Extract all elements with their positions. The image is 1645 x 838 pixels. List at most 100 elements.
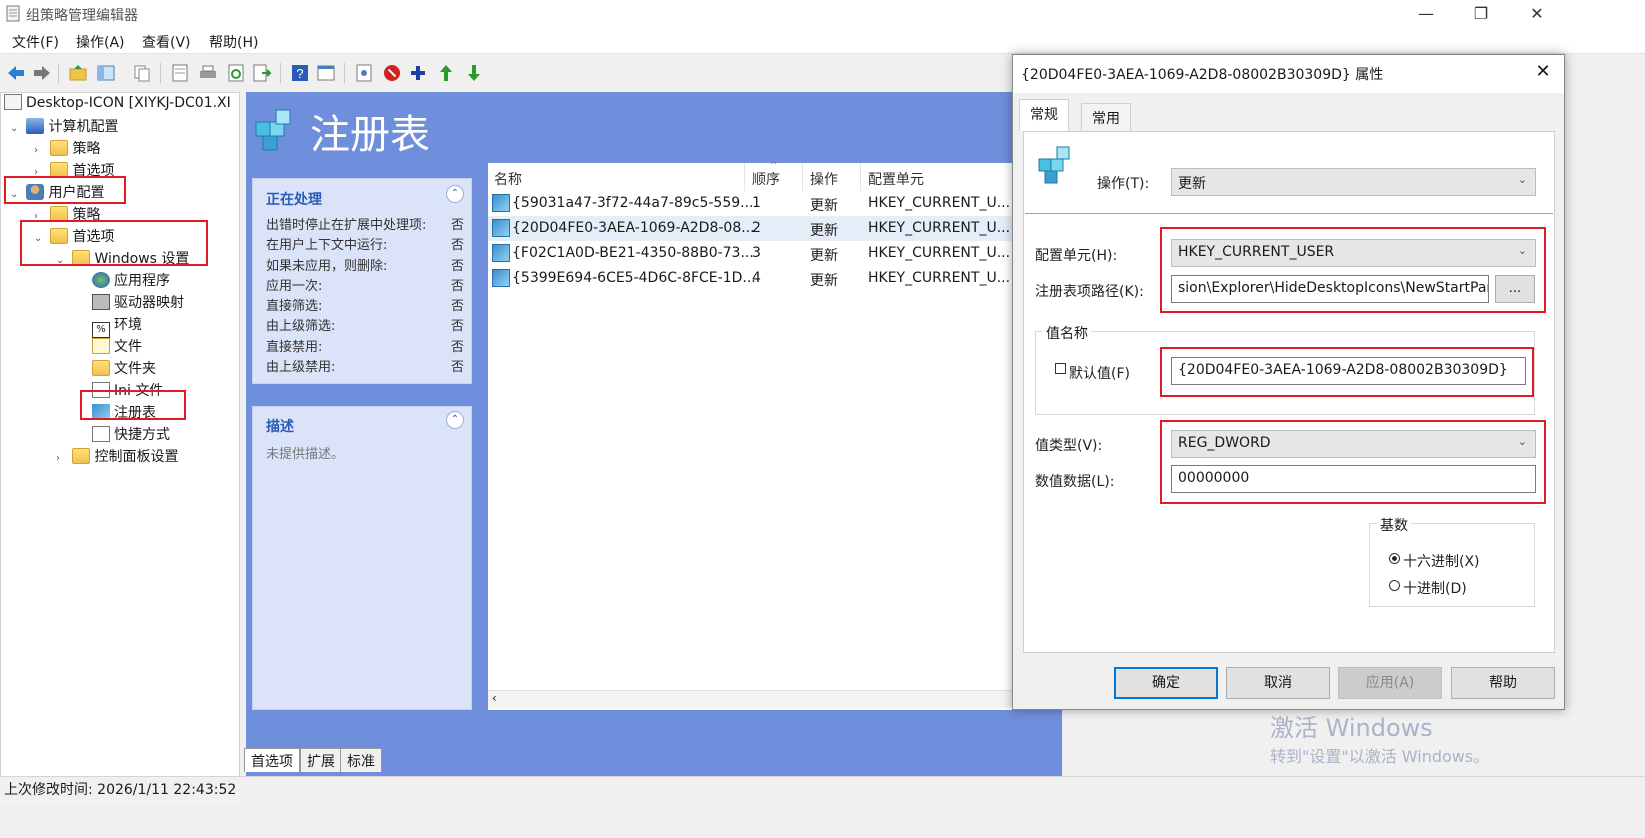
ok-button[interactable]: 确定	[1114, 667, 1218, 699]
action-label: 操作(T):	[1097, 176, 1150, 192]
tree-computer-config[interactable]: ⌄ 计算机配置	[4, 116, 236, 138]
view-icon[interactable]	[316, 63, 336, 83]
computer-icon	[26, 118, 45, 134]
highlight-box	[20, 220, 208, 266]
list-scrollbar[interactable]: ‹	[488, 690, 1012, 708]
close-window-button[interactable]: ✕	[1514, 0, 1560, 28]
tree-cc-policies[interactable]: › 策略	[4, 138, 236, 160]
tree-drive-maps[interactable]: 驱动器映射	[4, 292, 236, 314]
apply-button[interactable]: 应用(A)	[1338, 667, 1442, 699]
collapse-icon[interactable]: ⌃	[446, 411, 464, 429]
description-pane: 描述 ⌃ 未提供描述。	[252, 406, 472, 710]
refresh-icon[interactable]	[226, 63, 246, 83]
registry-item-icon	[492, 269, 510, 287]
tab-general[interactable]: 常规	[1019, 99, 1069, 131]
dialog-close-button[interactable]: ✕	[1531, 61, 1555, 85]
help-icon[interactable]: ?	[290, 63, 310, 83]
processing-label: 在用户上下文中运行:	[266, 238, 388, 254]
column-divider[interactable]	[744, 163, 745, 191]
chevron-down-icon[interactable]: ⌄	[10, 123, 22, 134]
move-down-icon[interactable]	[464, 63, 484, 83]
tree-label: 控制面板设置	[94, 449, 179, 465]
default-value-checkbox[interactable]	[1055, 363, 1066, 374]
tab-extended[interactable]: 扩展	[300, 748, 342, 772]
show-hide-tree-icon[interactable]	[96, 63, 116, 83]
list-row-selected[interactable]: {20D04FE0-3AEA-1069-A2D8-08... 2 更新 HKEY…	[488, 216, 1012, 241]
tree-control-panel[interactable]: › 控制面板设置	[4, 446, 236, 468]
scroll-left-icon[interactable]: ‹	[492, 691, 497, 705]
processing-value: 否	[450, 319, 464, 335]
dec-label[interactable]: 十进制(D)	[1403, 578, 1467, 598]
tree-shortcuts[interactable]: 快捷方式	[4, 424, 236, 446]
up-folder-icon[interactable]	[68, 63, 88, 83]
column-action[interactable]: 操作	[810, 169, 838, 189]
list-row[interactable]: {59031a47-3f72-44a7-89c5-559... 1 更新 HKE…	[488, 191, 1012, 216]
minimize-button[interactable]: —	[1403, 0, 1449, 28]
restore-button[interactable]: ❐	[1458, 0, 1504, 28]
folder-icon	[50, 140, 69, 156]
value-data-label: 数值数据(L):	[1035, 474, 1115, 490]
toolbar-separator	[280, 63, 281, 83]
properties-icon[interactable]	[170, 63, 190, 83]
tab-common[interactable]: 常用	[1081, 103, 1131, 131]
menu-action[interactable]: 操作(A)	[76, 32, 125, 52]
row-order: 4	[752, 270, 761, 286]
export-icon[interactable]	[252, 63, 272, 83]
back-arrow-icon[interactable]	[6, 63, 26, 83]
highlight-box	[1160, 347, 1534, 397]
tree-label: 文件	[114, 339, 142, 355]
column-hive[interactable]: 配置单元	[868, 169, 924, 189]
processing-row: 应用一次: 否	[266, 275, 470, 295]
processing-row: 直接禁用: 否	[266, 336, 470, 356]
row-action: 更新	[810, 198, 838, 214]
processing-row: 在用户上下文中运行: 否	[266, 234, 470, 254]
column-order[interactable]: 顺序	[752, 169, 780, 189]
document-properties-icon[interactable]	[354, 63, 374, 83]
processing-row: 由上级禁用: 否	[266, 356, 470, 376]
svg-text:?: ?	[296, 66, 303, 81]
menu-file[interactable]: 文件(F)	[12, 32, 59, 52]
move-up-icon[interactable]	[436, 63, 456, 83]
column-divider[interactable]	[802, 163, 803, 191]
default-value-label[interactable]: 默认值(F)	[1069, 363, 1130, 383]
tree-root[interactable]: Desktop-ICON [XIYKJ-DC01.XI	[4, 94, 236, 116]
tree-applications[interactable]: 应用程序	[4, 270, 236, 292]
gpo-editor-icon	[6, 5, 20, 22]
collapse-icon[interactable]: ⌃	[446, 185, 464, 203]
tree-environment[interactable]: % 环境	[4, 314, 236, 338]
column-divider[interactable]	[860, 163, 861, 191]
chevron-right-icon[interactable]: ›	[56, 453, 68, 464]
add-icon[interactable]	[408, 63, 428, 83]
tree-label: 文件夹	[114, 361, 156, 377]
value-name-group-label: 值名称	[1043, 323, 1091, 343]
row-order: 2	[752, 220, 761, 236]
list-row[interactable]: {5399E694-6CE5-4D6C-8FCE-1D... 4 更新 HKEY…	[488, 266, 1012, 291]
chevron-right-icon[interactable]: ›	[34, 145, 46, 156]
processing-header: 正在处理	[266, 192, 322, 208]
hex-label[interactable]: 十六进制(X)	[1403, 551, 1480, 571]
forward-arrow-icon[interactable]	[32, 63, 52, 83]
stop-icon[interactable]	[382, 63, 402, 83]
highlight-box	[1160, 420, 1546, 504]
processing-label: 直接禁用:	[266, 339, 323, 355]
print-icon[interactable]	[198, 63, 218, 83]
registry-large-icon	[255, 109, 291, 151]
help-button[interactable]: 帮助	[1451, 667, 1555, 699]
tab-standard[interactable]: 标准	[340, 748, 382, 772]
action-select[interactable]: 更新 ⌄	[1171, 168, 1536, 196]
column-name[interactable]: 名称	[494, 169, 522, 189]
menu-help[interactable]: 帮助(H)	[209, 32, 258, 52]
tab-preferences[interactable]: 首选项	[244, 748, 300, 772]
page-title: 注册表	[310, 112, 430, 158]
tree-folders[interactable]: 文件夹	[4, 358, 236, 380]
list-row[interactable]: {F02C1A0D-BE21-4350-88B0-73... 3 更新 HKEY…	[488, 241, 1012, 266]
cancel-button[interactable]: 取消	[1226, 667, 1330, 699]
dec-radio[interactable]	[1389, 580, 1400, 591]
copy-icon[interactable]	[132, 63, 152, 83]
menu-view[interactable]: 查看(V)	[142, 32, 191, 52]
status-bar	[0, 776, 1645, 800]
processing-value: 否	[450, 258, 464, 274]
tree-files[interactable]: 文件	[4, 336, 236, 358]
sort-ascending-icon: ^	[770, 161, 778, 171]
hex-radio[interactable]	[1389, 553, 1400, 564]
